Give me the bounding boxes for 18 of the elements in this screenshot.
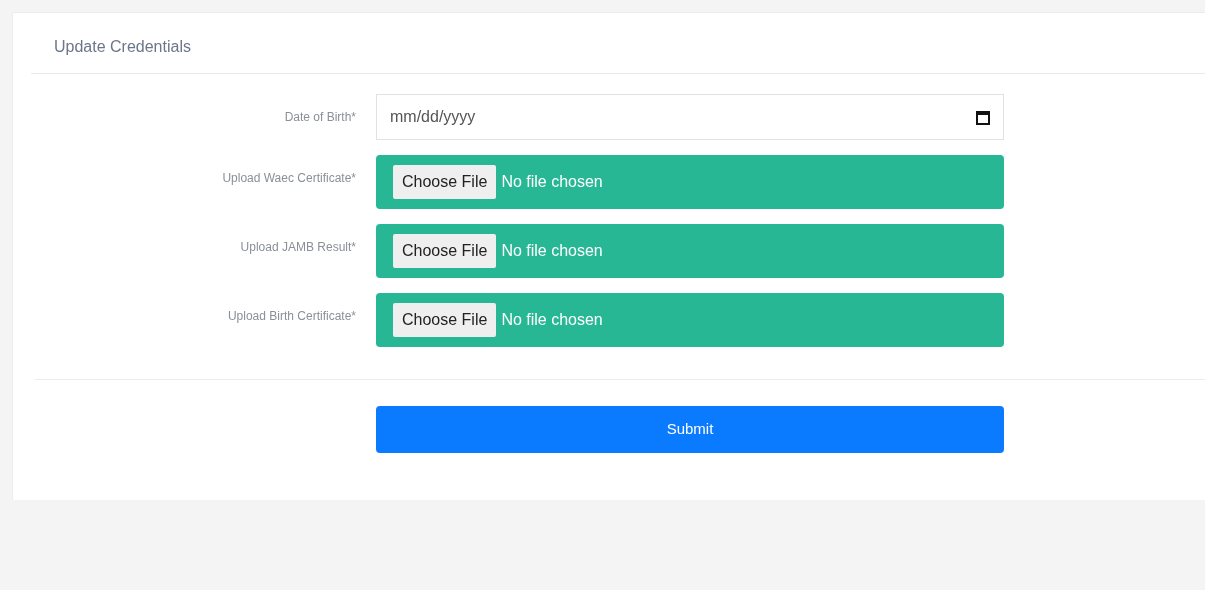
file-upload-field[interactable]: Choose File No file chosen [376, 224, 1004, 278]
file-upload-field[interactable]: Choose File No file chosen [376, 155, 1004, 209]
card-title: Update Credentials [54, 38, 191, 55]
choose-file-button[interactable]: Choose File [393, 234, 497, 268]
field-label: Date of Birth* [283, 109, 356, 126]
choose-file-button[interactable]: Choose File [393, 165, 497, 199]
file-upload-field[interactable]: Choose File No file chosen [376, 293, 1004, 347]
date-placeholder: mm/dd/yyyy [390, 107, 476, 127]
field-label: Upload JAMB Result* [239, 239, 356, 256]
submit-button[interactable]: Submit [376, 406, 1004, 453]
field-label: Upload Waec Certificate* [221, 170, 356, 187]
field-label: Upload Birth Certificate* [226, 308, 356, 325]
calendar-icon [976, 109, 990, 125]
date-field[interactable]: mm/dd/yyyy [376, 94, 1004, 140]
file-status: No file chosen [501, 310, 603, 330]
choose-file-button[interactable]: Choose File [393, 303, 497, 337]
file-status: No file chosen [501, 172, 603, 192]
file-status: No file chosen [501, 241, 603, 261]
